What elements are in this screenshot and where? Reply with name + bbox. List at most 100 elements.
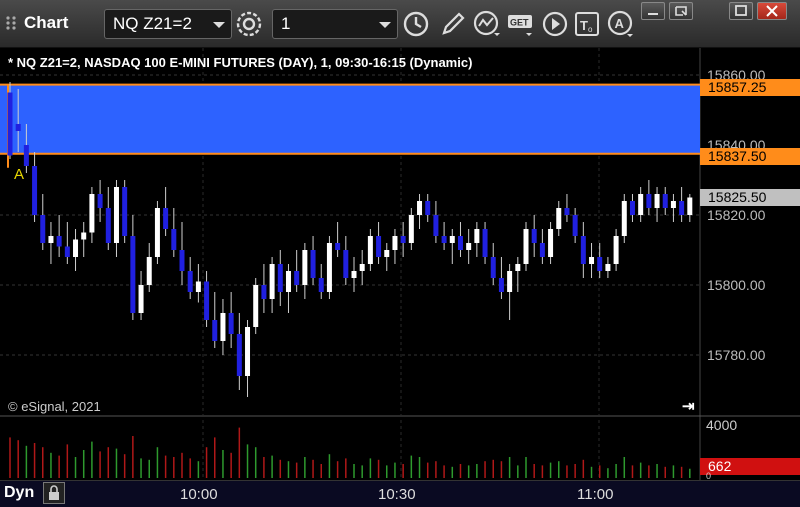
candle-body: [285, 271, 291, 292]
candle-body: [523, 229, 529, 264]
candle-body: [507, 271, 513, 292]
candle-body: [220, 313, 226, 341]
candle-body: [376, 236, 382, 257]
candle-body: [351, 271, 357, 278]
candle-body: [367, 236, 373, 264]
symbol-input[interactable]: NQ Z21=2: [104, 9, 232, 39]
candle-body: [662, 194, 668, 208]
candle-body: [212, 320, 218, 341]
close-icon: [766, 5, 778, 17]
candle-body: [638, 194, 644, 215]
candle-body: [335, 243, 341, 250]
candle-body: [621, 201, 627, 236]
lock-icon[interactable]: [43, 482, 65, 504]
interval-value: 1: [281, 14, 291, 33]
candle-body: [294, 271, 300, 285]
title-bar: Chart NQ Z21=2 1 GET T o A: [0, 0, 800, 48]
candle-body: [48, 236, 54, 243]
candle-body: [32, 166, 38, 215]
symbol-value: NQ Z21=2: [113, 14, 192, 33]
maximize-button[interactable]: [729, 2, 753, 20]
chart-grip-icon[interactable]: [4, 14, 20, 32]
alert-icon[interactable]: A: [606, 9, 636, 39]
candle-body: [64, 246, 70, 257]
price-chart[interactable]: [0, 48, 800, 480]
volume-axis-top: 4000: [706, 417, 738, 433]
candle-body: [564, 208, 570, 215]
chart-header: * NQ Z21=2, NASDAQ 100 E-MINI FUTURES (D…: [8, 55, 473, 70]
chevron-down-icon[interactable]: [379, 22, 391, 28]
candle-body: [629, 201, 635, 215]
candle-body: [261, 285, 267, 299]
candle-body: [425, 201, 431, 215]
candle-body: [23, 145, 29, 166]
candle-body: [171, 229, 177, 250]
candle-body: [359, 264, 365, 271]
candle-body: [556, 208, 562, 229]
candle-body: [7, 92, 13, 156]
marker-label: A: [14, 166, 25, 183]
scroll-to-end-icon[interactable]: ⇥: [682, 397, 695, 415]
text-tool-icon[interactable]: T o: [572, 9, 602, 39]
candle-body: [539, 243, 545, 257]
candle-body: [105, 208, 111, 243]
candle-body: [433, 215, 439, 236]
candle-body: [408, 215, 414, 243]
svg-text:A: A: [615, 16, 625, 31]
candle-body: [687, 197, 693, 215]
candle-body: [343, 250, 349, 278]
candle-body: [466, 243, 472, 250]
candle-body: [228, 313, 234, 334]
candle-body: [679, 201, 685, 215]
close-button[interactable]: [757, 2, 787, 20]
candle-body: [318, 278, 324, 292]
candle-body: [400, 236, 406, 243]
settings-gear-icon[interactable]: [234, 9, 264, 39]
candle-body: [56, 236, 62, 247]
candle-body: [269, 264, 275, 299]
candle-body: [89, 194, 95, 233]
zone-upper-flag: 15857.25: [700, 79, 800, 96]
candle-body: [277, 264, 283, 292]
candle-body: [326, 243, 332, 292]
price-axis-panel: [700, 48, 800, 480]
chevron-down-icon[interactable]: [213, 22, 225, 28]
mode-label[interactable]: Dyn: [4, 484, 34, 502]
candle-body: [515, 264, 521, 271]
candle-body: [392, 236, 398, 250]
clock-icon[interactable]: [401, 9, 431, 39]
candle-body: [302, 250, 308, 285]
candle-body: [195, 281, 201, 292]
candle-body: [441, 236, 447, 243]
candle-body: [310, 250, 316, 278]
candle-body: [113, 187, 119, 243]
study-icon[interactable]: [472, 9, 502, 39]
candle-body: [457, 236, 463, 250]
candle-body: [15, 124, 21, 131]
svg-text:o: o: [588, 25, 593, 34]
watermark: © eSignal, 2021: [8, 399, 101, 414]
candle-body: [670, 201, 676, 208]
restore-button[interactable]: [669, 2, 693, 20]
svg-text:GET: GET: [510, 18, 529, 28]
candle-body: [245, 327, 251, 376]
candle-body: [498, 278, 504, 292]
candle-body: [490, 257, 496, 278]
candle-body: [204, 281, 210, 320]
get-icon[interactable]: GET: [506, 9, 536, 39]
candle-body: [40, 215, 46, 243]
candle-body: [81, 232, 87, 240]
zone-lower-flag: 15837.50: [700, 148, 800, 165]
price-tick: 15800.00: [707, 277, 766, 293]
candle-body: [654, 194, 660, 208]
candle-body: [179, 250, 185, 271]
candle-body: [597, 257, 603, 271]
maximize-icon: [735, 5, 747, 16]
pencil-icon[interactable]: [438, 9, 468, 39]
candle-body: [417, 201, 423, 215]
candle-body: [572, 215, 578, 236]
candle-body: [130, 236, 136, 313]
minimize-button[interactable]: [641, 2, 665, 20]
interval-input[interactable]: 1: [272, 9, 398, 39]
play-icon[interactable]: [540, 9, 570, 39]
